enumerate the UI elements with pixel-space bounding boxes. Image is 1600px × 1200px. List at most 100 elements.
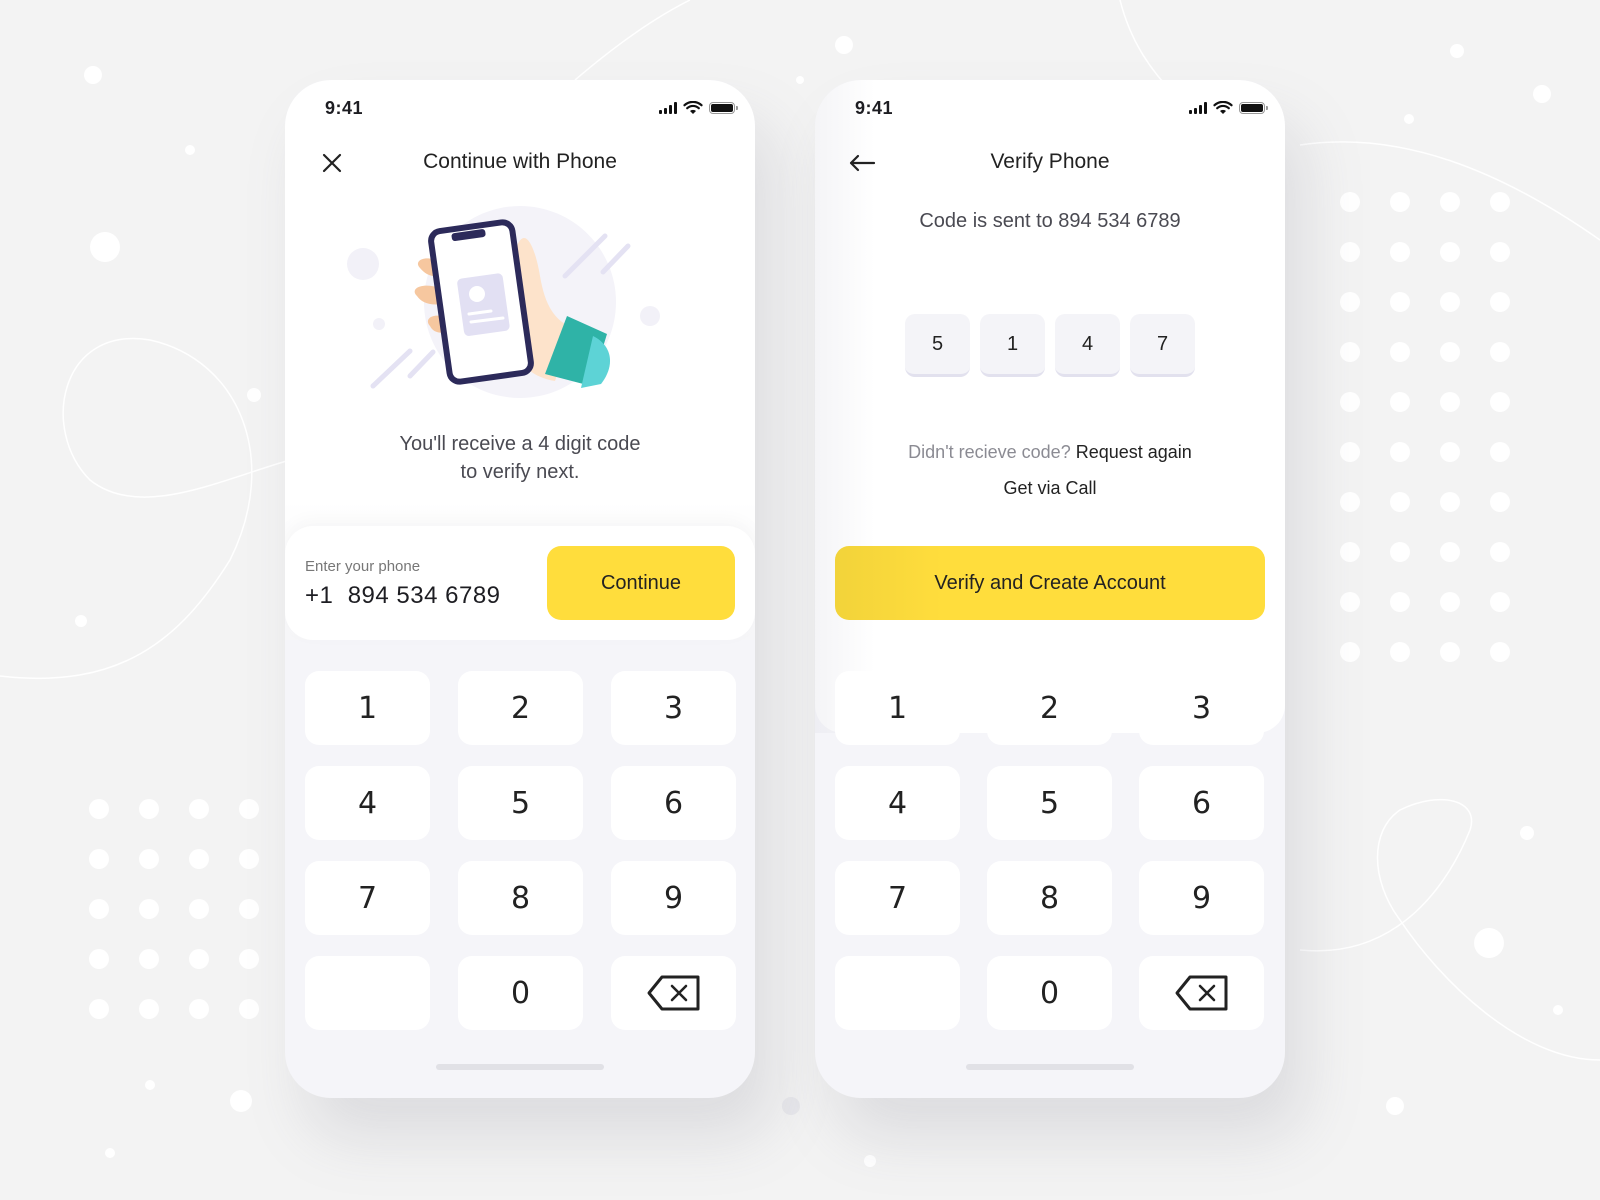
keypad-key-5[interactable]: 5	[987, 766, 1112, 840]
bg-dot	[1390, 592, 1410, 612]
keypad-key-0[interactable]: 0	[987, 956, 1112, 1030]
bg-dot	[1440, 242, 1460, 262]
bg-dot	[1390, 642, 1410, 662]
keypad-key-6[interactable]: 6	[611, 766, 736, 840]
hand-holding-phone-illustration	[347, 206, 660, 398]
backspace-icon	[647, 975, 699, 1011]
bg-dot	[1440, 592, 1460, 612]
otp-digit-4[interactable]: 7	[1130, 314, 1195, 377]
bg-dot	[1340, 192, 1360, 212]
otp-digit-3[interactable]: 4	[1055, 314, 1120, 377]
bg-dot	[239, 899, 259, 919]
bg-dot	[1440, 392, 1460, 412]
keypad-key-3[interactable]: 3	[1139, 671, 1264, 745]
bg-dot	[1386, 1097, 1404, 1115]
background-curves	[0, 0, 1600, 1061]
bg-dot	[189, 949, 209, 969]
bg-dot	[239, 849, 259, 869]
bg-dot	[1440, 442, 1460, 462]
bg-dot	[89, 949, 109, 969]
bg-dot	[1390, 242, 1410, 262]
bg-dot	[1490, 592, 1510, 612]
background-decoration	[0, 0, 1600, 1200]
bg-dot	[1390, 442, 1410, 462]
keypad-key-7[interactable]: 7	[305, 861, 430, 935]
keypad-key-9[interactable]: 9	[1139, 861, 1264, 935]
keypad-key-8[interactable]: 8	[458, 861, 583, 935]
status-icons	[1189, 101, 1268, 115]
bg-dot	[1340, 342, 1360, 362]
continue-button[interactable]: Continue	[547, 546, 735, 620]
bg-dot	[1520, 826, 1534, 840]
bg-dot	[1340, 442, 1360, 462]
bg-dot	[230, 1090, 252, 1112]
status-time: 9:41	[855, 97, 894, 118]
keypad-key-blank[interactable]	[835, 956, 960, 1030]
verify-and-create-account-button[interactable]: Verify and Create Account	[835, 546, 1265, 620]
status-bar: 9:41	[855, 96, 1268, 120]
keypad-key-3[interactable]: 3	[611, 671, 736, 745]
keypad-key-6[interactable]: 6	[1139, 766, 1264, 840]
bg-dot	[139, 999, 159, 1019]
back-button[interactable]	[847, 148, 877, 178]
phone-input-label: Enter your phone	[305, 558, 421, 575]
keypad-key-2[interactable]: 2	[458, 671, 583, 745]
bg-dot	[1340, 392, 1360, 412]
keypad-key-backspace[interactable]	[611, 956, 736, 1030]
bg-dot	[1440, 192, 1460, 212]
bg-dot	[782, 1097, 800, 1115]
bg-dot	[139, 799, 159, 819]
bg-dot	[1340, 242, 1360, 262]
bg-dot	[1440, 642, 1460, 662]
keypad-key-0[interactable]: 0	[458, 956, 583, 1030]
keypad-key-5[interactable]: 5	[458, 766, 583, 840]
bg-dot	[1490, 192, 1510, 212]
bg-dot	[1390, 192, 1410, 212]
keypad-key-backspace[interactable]	[1139, 956, 1264, 1030]
keypad-key-1[interactable]: 1	[305, 671, 430, 745]
resend-row: Didn't recieve code? Request again	[815, 442, 1285, 463]
bg-dot	[1490, 242, 1510, 262]
close-button[interactable]	[317, 148, 347, 178]
bg-dot	[796, 76, 804, 84]
bg-dot	[1340, 592, 1360, 612]
keypad-key-8[interactable]: 8	[987, 861, 1112, 935]
status-time: 9:41	[325, 97, 364, 118]
keypad-key-2[interactable]: 2	[987, 671, 1112, 745]
bg-dot	[185, 145, 195, 155]
keypad-key-4[interactable]: 4	[305, 766, 430, 840]
bg-dot	[1553, 1005, 1563, 1015]
otp-digit-2[interactable]: 1	[980, 314, 1045, 377]
request-again-link[interactable]: Request again	[1076, 442, 1192, 462]
bg-dot	[1490, 492, 1510, 512]
bg-dot	[1390, 292, 1410, 312]
battery-icon	[1239, 102, 1268, 114]
phone-input-card: Enter your phone Continue	[285, 526, 755, 640]
bg-dot	[1474, 928, 1504, 958]
bg-dot	[864, 1155, 876, 1167]
bg-dot	[239, 949, 259, 969]
otp-digit-1[interactable]: 5	[905, 314, 970, 377]
keypad-key-9[interactable]: 9	[611, 861, 736, 935]
keypad-key-blank[interactable]	[305, 956, 430, 1030]
keypad-key-1[interactable]: 1	[835, 671, 960, 745]
numeric-keypad: 123 456 7890	[835, 671, 1265, 1030]
phone-screen-continue-with-phone: 9:41 Continue with Phone You'll receive …	[285, 80, 755, 1098]
bg-dot	[1390, 342, 1410, 362]
page-title: Continue with Phone	[423, 150, 617, 173]
bg-dot	[139, 949, 159, 969]
keypad-key-4[interactable]: 4	[835, 766, 960, 840]
bg-dot	[1490, 642, 1510, 662]
phone-number-input[interactable]	[305, 582, 525, 610]
bg-dot	[1490, 392, 1510, 412]
bg-dot	[1440, 542, 1460, 562]
bg-dot	[1390, 492, 1410, 512]
bg-dot	[239, 999, 259, 1019]
bg-dot	[1340, 542, 1360, 562]
phone-screen-verify-phone: 9:41 Verify Phone Code is sent to 894 53…	[815, 80, 1285, 1098]
bg-dot	[89, 999, 109, 1019]
get-via-call-link[interactable]: Get via Call	[815, 478, 1285, 499]
nav-bar: Continue with Phone	[285, 144, 755, 180]
wifi-icon	[683, 101, 703, 114]
keypad-key-7[interactable]: 7	[835, 861, 960, 935]
